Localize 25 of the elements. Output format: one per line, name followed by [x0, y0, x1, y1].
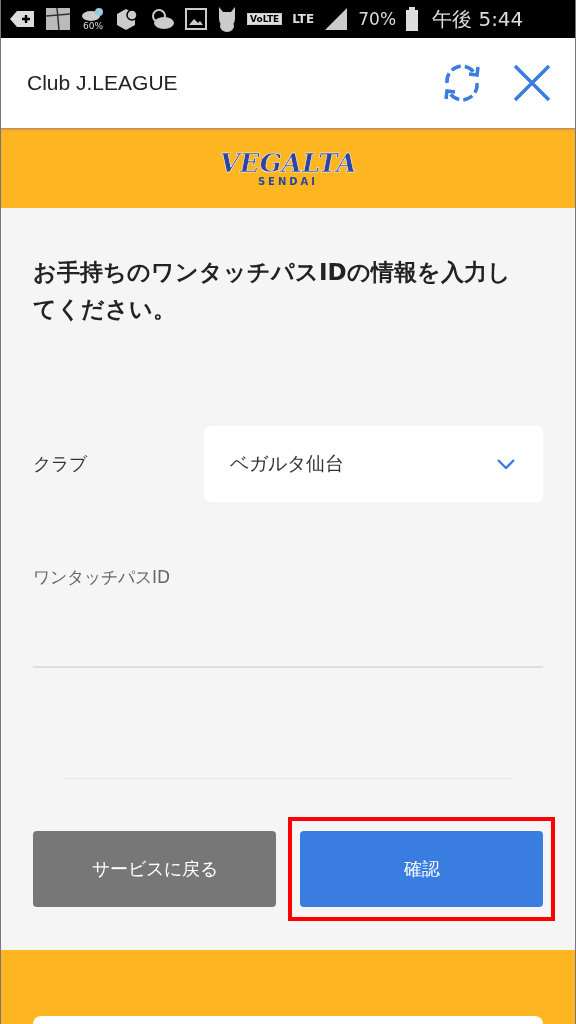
- confirm-button[interactable]: 確認: [300, 830, 543, 907]
- cube-icon: [115, 7, 139, 31]
- close-icon[interactable]: [513, 64, 551, 102]
- pass-id-field[interactable]: ワンタッチパスID: [33, 565, 543, 668]
- logo-subtitle: SENDAI: [257, 175, 319, 187]
- form-heading: お手持ちのワンタッチパスIDの情報を入力してください。: [33, 258, 512, 324]
- add-icon: [9, 10, 35, 28]
- back-button[interactable]: サービスに戻る: [33, 830, 276, 907]
- battery-percent: 70%: [358, 9, 397, 29]
- partly-sunny-icon: [149, 8, 175, 30]
- weather-icon: [81, 7, 105, 21]
- network-type: LTE: [292, 12, 315, 26]
- weather-percent: 60%: [83, 20, 103, 31]
- logo-name: VEGALTA: [219, 149, 357, 176]
- battery-icon: [406, 7, 419, 31]
- signal-icon: [324, 7, 349, 31]
- club-dropdown[interactable]: ベガルタ仙台: [204, 425, 543, 502]
- app-title: Club J.LEAGUE: [27, 71, 179, 95]
- blanket-icon: [45, 7, 71, 31]
- chevron-down-icon: [497, 458, 515, 469]
- mascot-icon: [217, 6, 237, 32]
- clock: 午後 5:44: [432, 5, 524, 33]
- image-icon: [185, 8, 207, 30]
- volte-badge: VoLTE: [247, 13, 283, 25]
- club-label: クラブ: [33, 451, 88, 476]
